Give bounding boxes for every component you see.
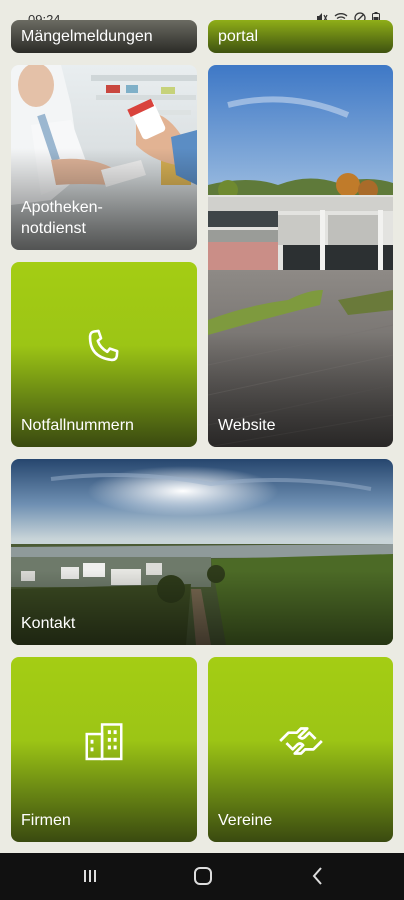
tile-label-firmen: Firmen [21, 812, 71, 829]
tile-firmen[interactable]: Firmen [11, 657, 197, 842]
recent-apps-icon[interactable] [80, 865, 100, 887]
townhall-photo [208, 65, 393, 447]
tile-label-portal: portal [218, 28, 259, 45]
phone-icon [88, 329, 119, 361]
tile-label-website: Website [218, 417, 276, 434]
tile-label-kontakt: Kontakt [21, 615, 76, 632]
tile-vereine[interactable]: Vereine [208, 657, 393, 842]
navigation-bar [0, 853, 404, 900]
home-icon[interactable] [192, 865, 214, 887]
buildings-icon [85, 722, 123, 760]
tile-maengelmeldungen[interactable]: Mängelmeldungen [11, 20, 197, 53]
tile-website[interactable]: Website [208, 65, 393, 447]
tile-kontakt[interactable]: Kontakt [11, 459, 393, 645]
tile-label-apotheken: Apotheken- notdienst [21, 199, 103, 237]
tile-notfallnummern[interactable]: Notfallnummern [11, 262, 197, 447]
tile-label-maengel: Mängelmeldungen [21, 28, 153, 45]
tile-label-notfall: Notfallnummern [21, 417, 134, 434]
tile-apotheken-notdienst[interactable]: Apotheken- notdienst [11, 65, 197, 250]
tile-portal[interactable]: portal [208, 20, 393, 53]
handshake-icon [278, 726, 323, 755]
tile-label-vereine: Vereine [218, 812, 273, 829]
back-icon[interactable] [308, 865, 328, 887]
